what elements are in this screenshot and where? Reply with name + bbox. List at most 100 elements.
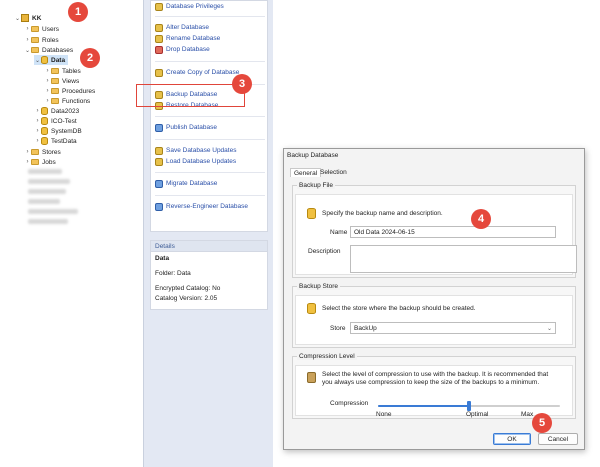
compression-group: Compression Level Select the level of co… <box>292 353 576 419</box>
blurred-tree-item <box>28 219 68 224</box>
tree-item-stores[interactable]: › Stores <box>24 147 61 157</box>
chevron-right-icon[interactable]: › <box>34 138 41 144</box>
blurred-tree-item <box>28 189 66 194</box>
tree-item-databases[interactable]: ⌄ Databases <box>24 45 73 55</box>
action-alter-database[interactable]: Alter Database <box>155 23 209 32</box>
ok-button[interactable]: OK <box>493 433 531 445</box>
database-icon <box>41 117 48 125</box>
alter-icon <box>155 23 163 32</box>
backup-store-intro: Select the store where the backup should… <box>322 305 476 312</box>
chevron-down-icon[interactable]: ⌄ <box>14 15 21 22</box>
folder-icon <box>51 88 59 94</box>
tree-server-node[interactable]: ⌄ KK <box>14 13 41 23</box>
backup-name-input[interactable]: Old Data 2024-06-15 <box>350 226 556 238</box>
tree-item-tables[interactable]: › Tables <box>44 66 81 76</box>
compression-max-label: Max <box>521 411 534 418</box>
chevron-right-icon[interactable]: › <box>34 108 41 114</box>
divider <box>155 195 265 196</box>
description-label: Description <box>308 248 341 255</box>
tree-item-systemdb[interactable]: › SystemDB <box>34 126 82 136</box>
divider <box>155 172 265 173</box>
action-rename-database[interactable]: Rename Database <box>155 34 220 43</box>
chevron-down-icon: ⌄ <box>546 325 552 332</box>
tree-item-roles[interactable]: › Roles <box>24 35 59 45</box>
tree-item-functions[interactable]: › Functions <box>44 96 91 106</box>
backup-database-dialog: Backup Database General Selection Backup… <box>283 148 585 450</box>
folder-icon <box>31 37 39 43</box>
step-marker-3: 3 <box>232 74 252 94</box>
tree-item-views[interactable]: › Views <box>44 76 80 86</box>
drop-icon <box>155 45 163 54</box>
tree-item-users[interactable]: › Users <box>24 24 59 34</box>
tree-item-jobs[interactable]: › Jobs <box>24 157 56 167</box>
folder-icon <box>31 47 39 53</box>
store-label: Store <box>330 325 346 332</box>
chevron-right-icon[interactable]: › <box>24 159 31 165</box>
action-publish-database[interactable]: Publish Database <box>155 123 217 132</box>
compression-slider-thumb[interactable] <box>467 401 471 411</box>
backup-highlight-box <box>136 84 245 107</box>
action-reverse-engineer[interactable]: Reverse-Engineer Database <box>155 202 248 211</box>
action-create-copy[interactable]: Create Copy of Database <box>155 68 239 77</box>
backup-file-group: Backup File Specify the backup name and … <box>292 182 577 278</box>
chevron-right-icon[interactable]: › <box>24 149 31 155</box>
store-select[interactable]: BackUp ⌄ <box>350 322 556 334</box>
backup-file-body: Specify the backup name and description.… <box>295 194 577 275</box>
tab-selection[interactable]: Selection <box>317 168 350 177</box>
details-pane: Data Folder: Data Encrypted Catalog: No … <box>150 252 268 310</box>
folder-icon <box>31 26 39 32</box>
blurred-tree-item <box>28 179 70 184</box>
rename-icon <box>155 34 163 43</box>
tree-item-procedures[interactable]: › Procedures <box>44 86 96 96</box>
database-icon <box>41 56 48 64</box>
divider <box>155 61 265 62</box>
reverse-engineer-icon <box>155 202 163 211</box>
tree-item-data[interactable]: ⌄ Data <box>34 55 69 65</box>
compression-header: Compression Level <box>297 353 357 360</box>
details-version: Catalog Version: 2.05 <box>155 295 218 302</box>
save-updates-icon <box>155 146 163 155</box>
chevron-down-icon[interactable]: ⌄ <box>24 47 31 54</box>
blurred-tree-item <box>28 199 60 204</box>
database-icon <box>41 127 48 135</box>
action-save-database-updates[interactable]: Save Database Updates <box>155 146 236 155</box>
load-updates-icon <box>155 157 163 166</box>
details-title: Data <box>155 255 170 262</box>
chevron-right-icon[interactable]: › <box>34 128 41 134</box>
chevron-down-icon[interactable]: ⌄ <box>34 57 41 64</box>
compression-slider[interactable] <box>378 401 560 411</box>
database-icon <box>41 137 48 145</box>
chevron-right-icon[interactable]: › <box>44 68 51 74</box>
compression-min-label: None <box>376 411 392 418</box>
chevron-right-icon[interactable]: › <box>24 26 31 32</box>
copy-icon <box>155 68 163 77</box>
action-drop-database[interactable]: Drop Database <box>155 45 210 54</box>
backup-file-intro: Specify the backup name and description. <box>322 210 443 217</box>
backup-store-group: Backup Store Select the store where the … <box>292 283 576 348</box>
description-input[interactable] <box>350 245 577 273</box>
tree-item-ico-test[interactable]: › ICO-Test <box>34 116 77 126</box>
action-database-privileges[interactable]: Database Privileges <box>155 2 224 11</box>
folder-icon <box>51 78 59 84</box>
tree-item-testdata[interactable]: › TestData <box>34 136 77 146</box>
chevron-right-icon[interactable]: › <box>44 98 51 104</box>
store-icon <box>307 303 316 314</box>
folder-icon <box>51 98 59 104</box>
folder-icon <box>31 149 39 155</box>
tree-item-data2023[interactable]: › Data2023 <box>34 106 79 116</box>
name-label: Name <box>330 229 348 236</box>
chevron-right-icon[interactable]: › <box>44 88 51 94</box>
step-marker-5: 5 <box>532 413 552 433</box>
action-migrate-database[interactable]: Migrate Database <box>155 179 217 188</box>
chevron-right-icon[interactable]: › <box>44 78 51 84</box>
chevron-right-icon[interactable]: › <box>24 37 31 43</box>
chevron-right-icon[interactable]: › <box>34 118 41 124</box>
compression-label: Compression <box>330 400 369 407</box>
dialog-title: Backup Database <box>287 152 339 159</box>
migrate-icon <box>155 179 163 188</box>
backup-file-header: Backup File <box>297 182 335 189</box>
cancel-button[interactable]: Cancel <box>538 433 578 445</box>
folder-icon <box>51 68 59 74</box>
action-load-database-updates[interactable]: Load Database Updates <box>155 157 236 166</box>
compression-slider-fill <box>378 405 469 407</box>
